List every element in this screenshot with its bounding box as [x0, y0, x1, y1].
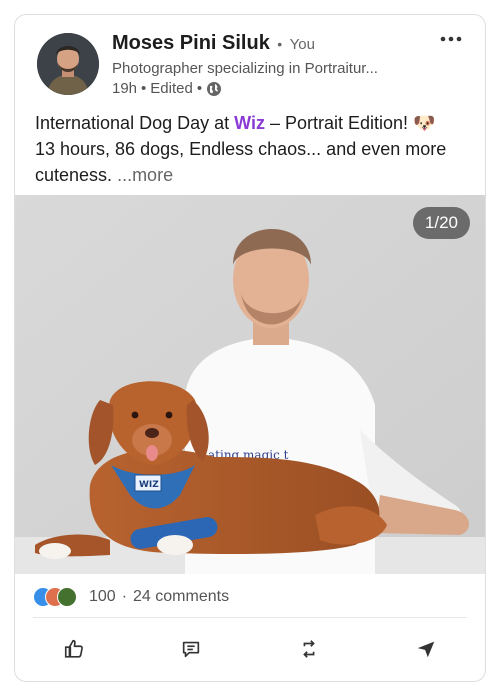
actions-divider [33, 617, 467, 618]
support-icon [57, 587, 77, 607]
social-counts[interactable]: 100 · 24 comments [33, 586, 229, 608]
comment-button[interactable] [161, 629, 221, 669]
globe-icon [207, 81, 222, 96]
post-card: Moses Pini Siluk • You Photographer spec… [14, 14, 486, 682]
meta-separator-1: • [141, 80, 147, 97]
name-separator: • [277, 36, 283, 52]
reaction-icons [33, 587, 83, 607]
post-body: International Dog Day at Wiz – Portrait … [35, 110, 471, 188]
brand-mention[interactable]: Wiz [234, 113, 265, 133]
post-text-suffix: – Portrait Edition! 🐶 [264, 113, 436, 133]
post-meta: 19h • Edited • [112, 80, 222, 97]
relation-label: You [289, 36, 315, 53]
send-icon [418, 641, 435, 658]
author-name[interactable]: Moses Pini Siluk [112, 32, 270, 54]
post-menu-button[interactable] [435, 27, 467, 51]
post-time: 19h [112, 80, 138, 97]
author-avatar[interactable] [37, 33, 99, 95]
count-separator: · [121, 588, 128, 605]
action-bar [15, 625, 485, 673]
bandana-text: WIZ [139, 480, 159, 490]
post-text-prefix: International Dog Day at [35, 113, 235, 133]
reaction-count[interactable]: 100 [89, 588, 116, 606]
more-horizontal-icon [440, 36, 462, 42]
meta-separator-2: • [196, 80, 203, 97]
repost-icon [302, 640, 315, 658]
avatar-portrait [37, 33, 99, 95]
post-header: Moses Pini Siluk • You Photographer spec… [15, 15, 485, 111]
image-counter: 1/20 [412, 207, 470, 239]
repost-button[interactable] [279, 629, 339, 669]
author-headline: Photographer specializing in Portraitur.… [112, 60, 378, 77]
portrait-photo: ating magic t WIZ [15, 195, 485, 574]
edited-label: Edited [150, 80, 193, 97]
comment-count[interactable]: 24 comments [133, 588, 229, 606]
comment-icon [183, 641, 200, 658]
like-button[interactable] [44, 629, 104, 669]
send-button[interactable] [396, 629, 456, 669]
thumbs-up-icon [64, 639, 83, 658]
see-more-link[interactable]: ...more [117, 165, 173, 185]
post-image[interactable]: ating magic t WIZ 1/20 [15, 195, 485, 574]
post-text-line2: 13 hours, 86 dogs, Endless chaos... and … [35, 139, 447, 185]
author-name-row: Moses Pini Siluk • You [112, 32, 315, 55]
